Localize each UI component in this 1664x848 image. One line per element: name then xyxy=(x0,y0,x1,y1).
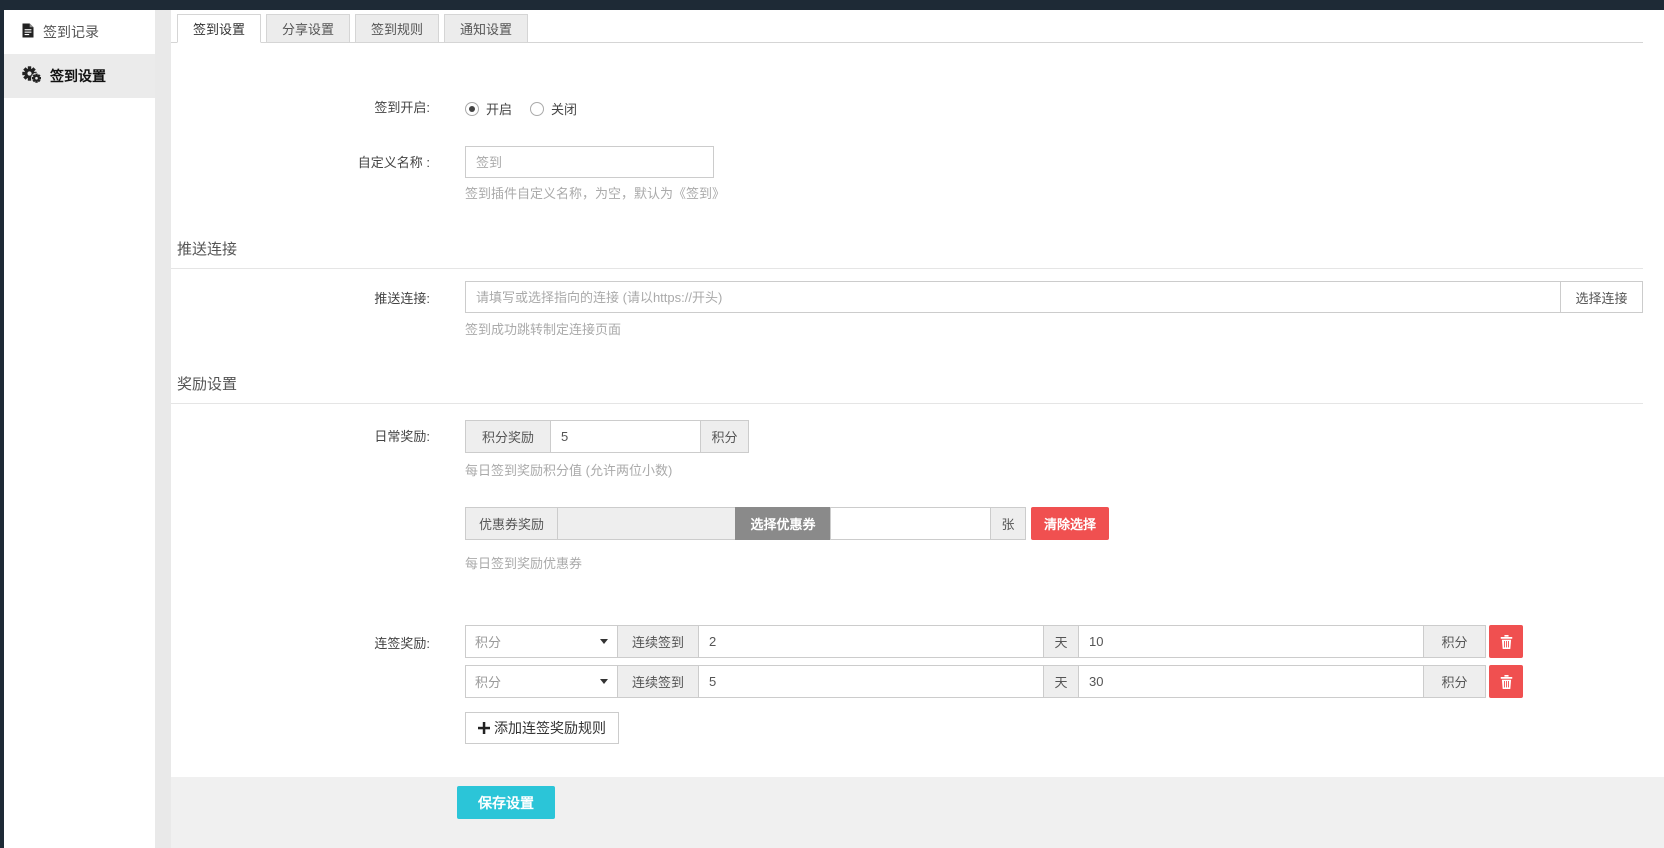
daily-reward-addon-unit: 积分 xyxy=(700,420,749,453)
reward-type-value: 积分 xyxy=(475,672,501,691)
reward-section-title: 奖励设置 xyxy=(177,373,237,394)
enable-label: 签到开启: xyxy=(171,100,430,116)
streak-prefix-addon: 连续签到 xyxy=(617,625,699,658)
coupon-name-input-disabled xyxy=(557,507,736,540)
radio-enable-off[interactable]: 关闭 xyxy=(530,99,577,118)
coupon-reward-addon-left: 优惠券奖励 xyxy=(465,507,558,540)
sidebar-item-label: 签到设置 xyxy=(50,66,106,86)
streak-days-input[interactable] xyxy=(698,625,1044,658)
caret-down-icon xyxy=(600,679,608,684)
document-icon xyxy=(22,23,34,41)
streak-prefix-addon: 连续签到 xyxy=(617,665,699,698)
tab-bar: 签到设置 分享设置 签到规则 通知设置 xyxy=(177,14,528,43)
push-link-label: 推送连接: xyxy=(171,291,430,307)
daily-reward-value-input[interactable] xyxy=(550,420,701,453)
coupon-reward-help: 每日签到奖励优惠券 xyxy=(465,556,582,571)
gears-icon xyxy=(22,66,41,86)
streak-days-input[interactable] xyxy=(698,665,1044,698)
choose-link-button[interactable]: 选择连接 xyxy=(1560,281,1643,313)
add-streak-rule-button[interactable]: 添加连签奖励规则 xyxy=(465,712,619,744)
daily-reward-help: 每日签到奖励积分值 (允许两位小数) xyxy=(465,463,672,478)
push-link-section-title: 推送连接 xyxy=(177,238,237,259)
streak-amount-unit-addon: 积分 xyxy=(1423,665,1486,698)
custom-name-help: 签到插件自定义名称，为空，默认为《签到》 xyxy=(465,186,725,201)
sidebar-item-label: 签到记录 xyxy=(43,22,99,42)
streak-amount-input[interactable] xyxy=(1078,625,1424,658)
tab-checkin-settings[interactable]: 签到设置 xyxy=(177,14,261,43)
radio-unselected-icon xyxy=(530,102,544,116)
trash-icon xyxy=(1500,635,1513,649)
form-footer: 保存设置 xyxy=(171,777,1664,848)
add-rule-label: 添加连签奖励规则 xyxy=(494,718,606,738)
streak-reward-label: 连签奖励: xyxy=(171,636,430,652)
section-divider xyxy=(171,403,1643,404)
radio-on-label: 开启 xyxy=(486,99,512,118)
streak-amount-unit-addon: 积分 xyxy=(1423,625,1486,658)
clear-coupon-button[interactable]: 清除选择 xyxy=(1031,507,1109,540)
custom-name-input[interactable] xyxy=(465,146,714,178)
scrollbar-track[interactable] xyxy=(155,10,171,848)
push-link-input[interactable] xyxy=(465,281,1561,313)
reward-type-select[interactable]: 积分 xyxy=(465,625,618,658)
top-bar xyxy=(0,0,1664,10)
custom-name-label: 自定义名称 : xyxy=(171,155,430,171)
radio-selected-icon xyxy=(465,102,479,116)
coupon-unit-addon: 张 xyxy=(990,507,1026,540)
streak-days-unit-addon: 天 xyxy=(1043,625,1079,658)
delete-rule-button[interactable] xyxy=(1489,665,1523,698)
trash-icon xyxy=(1500,675,1513,689)
tab-checkin-rules[interactable]: 签到规则 xyxy=(355,14,439,43)
caret-down-icon xyxy=(600,639,608,644)
delete-rule-button[interactable] xyxy=(1489,625,1523,658)
reward-type-select[interactable]: 积分 xyxy=(465,665,618,698)
radio-off-label: 关闭 xyxy=(551,99,577,118)
enable-radio-group: 开启 关闭 xyxy=(465,99,577,118)
sidebar: 签到记录 xyxy=(4,10,155,848)
section-divider xyxy=(171,268,1643,269)
push-link-help: 签到成功跳转制定连接页面 xyxy=(465,322,621,337)
streak-days-unit-addon: 天 xyxy=(1043,665,1079,698)
main-content: 签到设置 分享设置 签到规则 通知设置 签到开启: 开启 关闭 自定义名称 : … xyxy=(171,10,1664,848)
reward-type-value: 积分 xyxy=(475,632,501,651)
plus-icon xyxy=(478,722,490,734)
select-coupon-button[interactable]: 选择优惠券 xyxy=(735,507,831,540)
sidebar-item-checkin-settings[interactable]: 签到设置 xyxy=(4,54,155,98)
radio-enable-on[interactable]: 开启 xyxy=(465,99,512,118)
tab-share-settings[interactable]: 分享设置 xyxy=(266,14,350,43)
tab-notify-settings[interactable]: 通知设置 xyxy=(444,14,528,43)
save-settings-button[interactable]: 保存设置 xyxy=(457,786,555,819)
coupon-count-input[interactable] xyxy=(830,507,991,540)
streak-amount-input[interactable] xyxy=(1078,665,1424,698)
sidebar-item-checkin-records[interactable]: 签到记录 xyxy=(4,10,155,54)
daily-reward-label: 日常奖励: xyxy=(171,429,430,445)
daily-reward-addon-left: 积分奖励 xyxy=(465,420,551,453)
